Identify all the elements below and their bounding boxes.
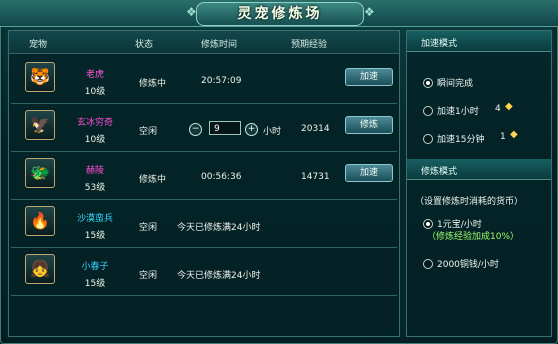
decrease-hours-button[interactable]: −	[189, 123, 202, 136]
expected-exp: 14731	[301, 172, 330, 182]
window-title: 灵宠修炼场	[196, 2, 364, 26]
pet-status: 修炼中	[139, 79, 167, 89]
train-button[interactable]: 修炼	[345, 116, 393, 134]
train-mode-header: 修炼模式	[407, 159, 551, 180]
increase-hours-button[interactable]: +	[245, 123, 258, 136]
pet-name: 老虎	[85, 70, 104, 80]
training-time: 00:56:36	[201, 172, 242, 182]
train-mode-title: 修炼模式	[421, 167, 458, 177]
header-pet: 宠物	[29, 40, 48, 50]
training-hours-input[interactable]: 9	[209, 121, 241, 135]
green-beast-avatar-icon[interactable]: 🐲	[25, 158, 55, 188]
pet-level: 53级	[84, 183, 106, 193]
gold-ingot-icon: ◆	[510, 129, 518, 140]
daily-limit-message: 今天已修炼满24小时	[177, 271, 261, 281]
training-time: 20:57:09	[201, 76, 242, 86]
child-avatar-icon[interactable]: 👧	[25, 254, 55, 284]
pet-row-1: 🐯 老虎 10级 修炼中 20:57:09 加速	[11, 55, 397, 104]
tiger-avatar-icon[interactable]: 🐯	[25, 62, 55, 92]
header-expected-exp: 预期经验	[291, 40, 328, 50]
pet-name: 赫陵	[85, 166, 104, 176]
pet-row-4: 🔥 沙漠蛮兵 15级 空闲 今天已修炼满24小时	[11, 199, 397, 248]
hours-unit: 小时	[263, 127, 282, 137]
speed-up-button[interactable]: 加速	[345, 164, 393, 182]
pet-list-panel: 宠物 状态 修炼时间 预期经验 🐯 老虎 10级 修炼中 20:57:09 加速…	[8, 30, 400, 337]
pet-name: 玄冰穷奇	[76, 118, 113, 128]
train-mode-copper-radio[interactable]	[423, 259, 433, 269]
gold-ingot-icon: ◆	[505, 101, 513, 112]
pet-name: 沙漠蛮兵	[76, 214, 113, 224]
speed-mode-15min-radio[interactable]	[423, 134, 433, 144]
speed-mode-title: 加速模式	[421, 39, 458, 49]
pet-row-3: 🐲 赫陵 53级 修炼中 00:56:36 14731 加速	[11, 151, 397, 200]
pet-status: 修炼中	[139, 175, 167, 185]
pet-level: 15级	[84, 231, 106, 241]
pet-status: 空闲	[139, 271, 158, 281]
speed-up-button[interactable]: 加速	[345, 68, 393, 86]
train-mode-yuanbao-radio[interactable]	[423, 219, 433, 229]
table-header: 宠物 状态 修炼时间 预期经验	[9, 31, 399, 54]
speed-1hour-count: 4	[495, 104, 501, 114]
pet-status: 空闲	[139, 127, 158, 137]
speed-mode-1hour-label[interactable]: 加速1小时	[437, 104, 479, 117]
pet-row-2: 🦅 玄冰穷奇 10级 空闲 − 9 + 小时 20314 修炼	[11, 103, 397, 152]
speed-mode-header: 加速模式	[407, 31, 551, 52]
speed-mode-1hour-radio[interactable]	[423, 106, 433, 116]
speed-mode-instant-label[interactable]: 瞬间完成	[437, 76, 473, 89]
header-time: 修炼时间	[201, 40, 238, 50]
speed-mode-instant-radio[interactable]	[423, 78, 433, 88]
desert-warrior-avatar-icon[interactable]: 🔥	[25, 206, 55, 236]
pet-status: 空闲	[139, 223, 158, 233]
speed-mode-15min-label[interactable]: 加速15分钟	[437, 132, 484, 145]
daily-limit-message: 今天已修炼满24小时	[177, 223, 261, 233]
pet-row-5: 👧 小春子 15级 空闲 今天已修炼满24小时	[11, 247, 397, 296]
train-mode-bonus-note: （修炼经验加成10%）	[427, 232, 520, 242]
settings-panel: 加速模式 瞬间完成 加速1小时 4 ◆ 加速15分钟 1 ◆ 修炼模式 （设置修…	[406, 30, 552, 337]
title-bar: ❖ 灵宠修炼场 ❖	[0, 0, 558, 27]
pet-level: 10级	[84, 135, 106, 145]
train-mode-copper-label[interactable]: 2000铜钱/小时	[437, 257, 499, 270]
ice-beast-avatar-icon[interactable]: 🦅	[25, 110, 55, 140]
expected-exp: 20314	[301, 124, 330, 134]
pet-level: 15级	[84, 279, 106, 289]
title-ornament-right-icon: ❖	[364, 5, 375, 19]
train-mode-hint: （设置修炼时消耗的货币）	[415, 197, 524, 207]
pet-level: 10级	[84, 87, 106, 97]
pet-name: 小春子	[81, 262, 109, 272]
header-status: 状态	[135, 40, 154, 50]
speed-15min-count: 1	[500, 132, 506, 142]
